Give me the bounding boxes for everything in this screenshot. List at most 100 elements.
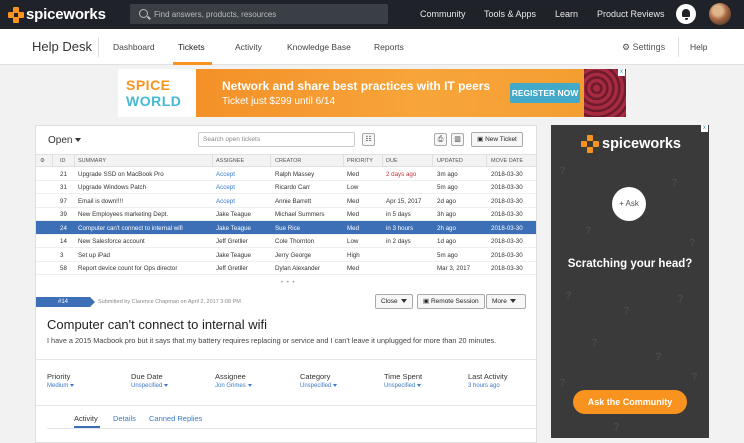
- tab-tickets[interactable]: Tickets: [178, 42, 205, 52]
- time-spent-dropdown[interactable]: Unspecified: [384, 383, 422, 389]
- ticket-filter-label: Open: [48, 135, 73, 146]
- gear-icon: ⚙: [622, 42, 631, 52]
- cell-move-date: 2018-03-30: [491, 170, 523, 178]
- table-row-selected[interactable]: 24 Computer can't connect to internal wi…: [36, 221, 536, 235]
- global-search-input[interactable]: [154, 6, 382, 22]
- col-assignee[interactable]: ASSIGNEE: [216, 158, 244, 164]
- tab-reports[interactable]: Reports: [374, 42, 404, 52]
- ticket-description: I have a 2015 Macbook pro but it says th…: [47, 336, 497, 345]
- cell-id: 24: [60, 224, 67, 232]
- new-ticket-icon: ▣: [477, 136, 484, 143]
- question-mark-pattern: ?: [585, 225, 592, 237]
- user-avatar[interactable]: [709, 3, 731, 25]
- settings-column-icon[interactable]: ⚙: [40, 158, 45, 164]
- divider: [36, 405, 536, 406]
- tab-activity[interactable]: Activity: [235, 42, 262, 52]
- ask-circle[interactable]: + Ask: [612, 187, 646, 221]
- due-date-dropdown[interactable]: Unspecified: [131, 383, 169, 389]
- col-move-date[interactable]: MOVE DATE: [491, 158, 523, 164]
- cell-creator: Annie Barrett: [275, 197, 312, 205]
- ad-close-icon[interactable]: x: [618, 69, 625, 76]
- pane-resize-handle[interactable]: • • •: [281, 280, 296, 286]
- register-now-button[interactable]: REGISTER NOW: [510, 83, 580, 103]
- tab-canned-replies[interactable]: Canned Replies: [149, 414, 202, 423]
- priority-dropdown[interactable]: Medium: [47, 383, 75, 389]
- col-due[interactable]: DUE: [386, 158, 398, 164]
- print-button[interactable]: ⎙: [434, 133, 447, 146]
- question-mark-pattern: ?: [691, 371, 698, 383]
- prop-label: Priority: [47, 372, 71, 381]
- new-ticket-label: New Ticket: [485, 136, 517, 143]
- cell-summary: Computer can't connect to internal wifi: [78, 224, 183, 232]
- nav-tools-apps[interactable]: Tools & Apps: [484, 9, 536, 19]
- col-summary[interactable]: SUMMARY: [78, 158, 106, 164]
- help-desk-title[interactable]: Help Desk: [32, 39, 92, 54]
- global-search[interactable]: [130, 4, 388, 24]
- prop-time-spent: Time Spent Unspecified: [384, 372, 422, 389]
- question-mark-pattern: ?: [677, 293, 684, 305]
- col-priority[interactable]: PRIORITY: [347, 158, 373, 164]
- columns-button[interactable]: ▥: [451, 133, 464, 146]
- prop-label: Assignee: [215, 372, 246, 381]
- nav-community[interactable]: Community: [420, 9, 466, 19]
- cell-assignee-accept[interactable]: Accept: [216, 198, 235, 205]
- spiceworks-side-ad[interactable]: ? ? ? ? ? ? ? ? ? ? ? ? spiceworks + Ask…: [551, 125, 709, 438]
- new-ticket-button[interactable]: ▣ New Ticket: [471, 132, 523, 147]
- spiceworks-logo[interactable]: spiceworks: [8, 6, 106, 23]
- spiceworld-banner-ad[interactable]: SPICE WORLD Network and share best pract…: [118, 69, 626, 117]
- col-creator[interactable]: CREATOR: [275, 158, 301, 164]
- spiceworld-logo: SPICE WORLD: [118, 69, 196, 117]
- table-row[interactable]: 58 Report device count for Ops director …: [36, 262, 536, 275]
- table-row[interactable]: 14 New Salesforce account Jeff Gretller …: [36, 235, 536, 248]
- help-desk-nav: Help Desk Dashboard Tickets Activity Kno…: [0, 29, 744, 65]
- col-updated[interactable]: UPDATED: [437, 158, 463, 164]
- tab-dashboard[interactable]: Dashboard: [113, 42, 155, 52]
- cell-move-date: 2018-03-30: [491, 184, 523, 191]
- prop-priority: Priority Medium: [47, 372, 75, 389]
- close-ticket-button[interactable]: Close: [375, 294, 413, 309]
- banner-image: [584, 69, 626, 117]
- table-row[interactable]: 21 Upgrade SSD on MacBook Pro Accept Ral…: [36, 167, 536, 181]
- table-row[interactable]: 3 Set up iPad Jake Teague Jerry George H…: [36, 248, 536, 262]
- cell-creator: Jerry George: [275, 251, 312, 259]
- spiceworld-logo-line2: WORLD: [126, 93, 182, 109]
- cell-due: in 5 days: [386, 211, 411, 218]
- table-row[interactable]: 97 Email is down!!!! Accept Annie Barret…: [36, 194, 536, 208]
- chevron-down-icon: [75, 138, 82, 143]
- question-mark-pattern: ?: [559, 377, 566, 389]
- ticket-number-tag: #14: [36, 297, 95, 307]
- table-row[interactable]: 31 Upgrade Windows Patch Accept Ricardo …: [36, 181, 536, 194]
- cell-summary: New Salesforce account: [78, 238, 145, 245]
- remote-session-button[interactable]: ▣ Remote Session: [417, 294, 485, 309]
- help-link[interactable]: Help: [690, 42, 707, 52]
- tab-details[interactable]: Details: [113, 414, 136, 423]
- columns-icon: ▥: [454, 136, 461, 143]
- last-activity-value[interactable]: 3 hours ago: [468, 383, 508, 389]
- banner-subline: Ticket just $299 until 6/14: [222, 96, 336, 107]
- prop-value: Jon Grimes: [215, 383, 246, 389]
- tab-knowledge-base[interactable]: Knowledge Base: [287, 42, 351, 52]
- ticket-filter-dropdown[interactable]: Open: [48, 135, 82, 146]
- ask-community-button[interactable]: Ask the Community: [573, 390, 687, 414]
- ticket-search-input[interactable]: [198, 132, 355, 147]
- tab-activity-detail[interactable]: Activity: [74, 414, 98, 423]
- table-row[interactable]: 39 New Employees marketing Dept. Jake Te…: [36, 208, 536, 221]
- nav-product-reviews[interactable]: Product Reviews: [597, 9, 665, 19]
- ticket-search-button[interactable]: ☷: [362, 133, 375, 146]
- cell-assignee-accept[interactable]: Accept: [216, 171, 235, 178]
- ad-close-icon[interactable]: x: [701, 125, 708, 132]
- assignee-dropdown[interactable]: Jon Grimes: [215, 383, 252, 389]
- cell-assignee-accept[interactable]: Accept: [216, 184, 235, 191]
- prop-value: Unspecified: [131, 383, 163, 389]
- cell-id: 31: [60, 184, 67, 191]
- more-actions-button[interactable]: More: [486, 294, 526, 309]
- category-dropdown[interactable]: Unspecified: [300, 383, 338, 389]
- search-icon: [139, 9, 148, 18]
- nav-learn[interactable]: Learn: [555, 9, 578, 19]
- cell-updated: 1d ago: [437, 238, 456, 245]
- col-id[interactable]: ID: [60, 158, 66, 164]
- cell-priority: Med: [347, 211, 360, 218]
- prop-value: Medium: [47, 383, 69, 389]
- notification-bell-icon[interactable]: [676, 4, 696, 24]
- settings-link[interactable]: ⚙ Settings: [622, 42, 665, 53]
